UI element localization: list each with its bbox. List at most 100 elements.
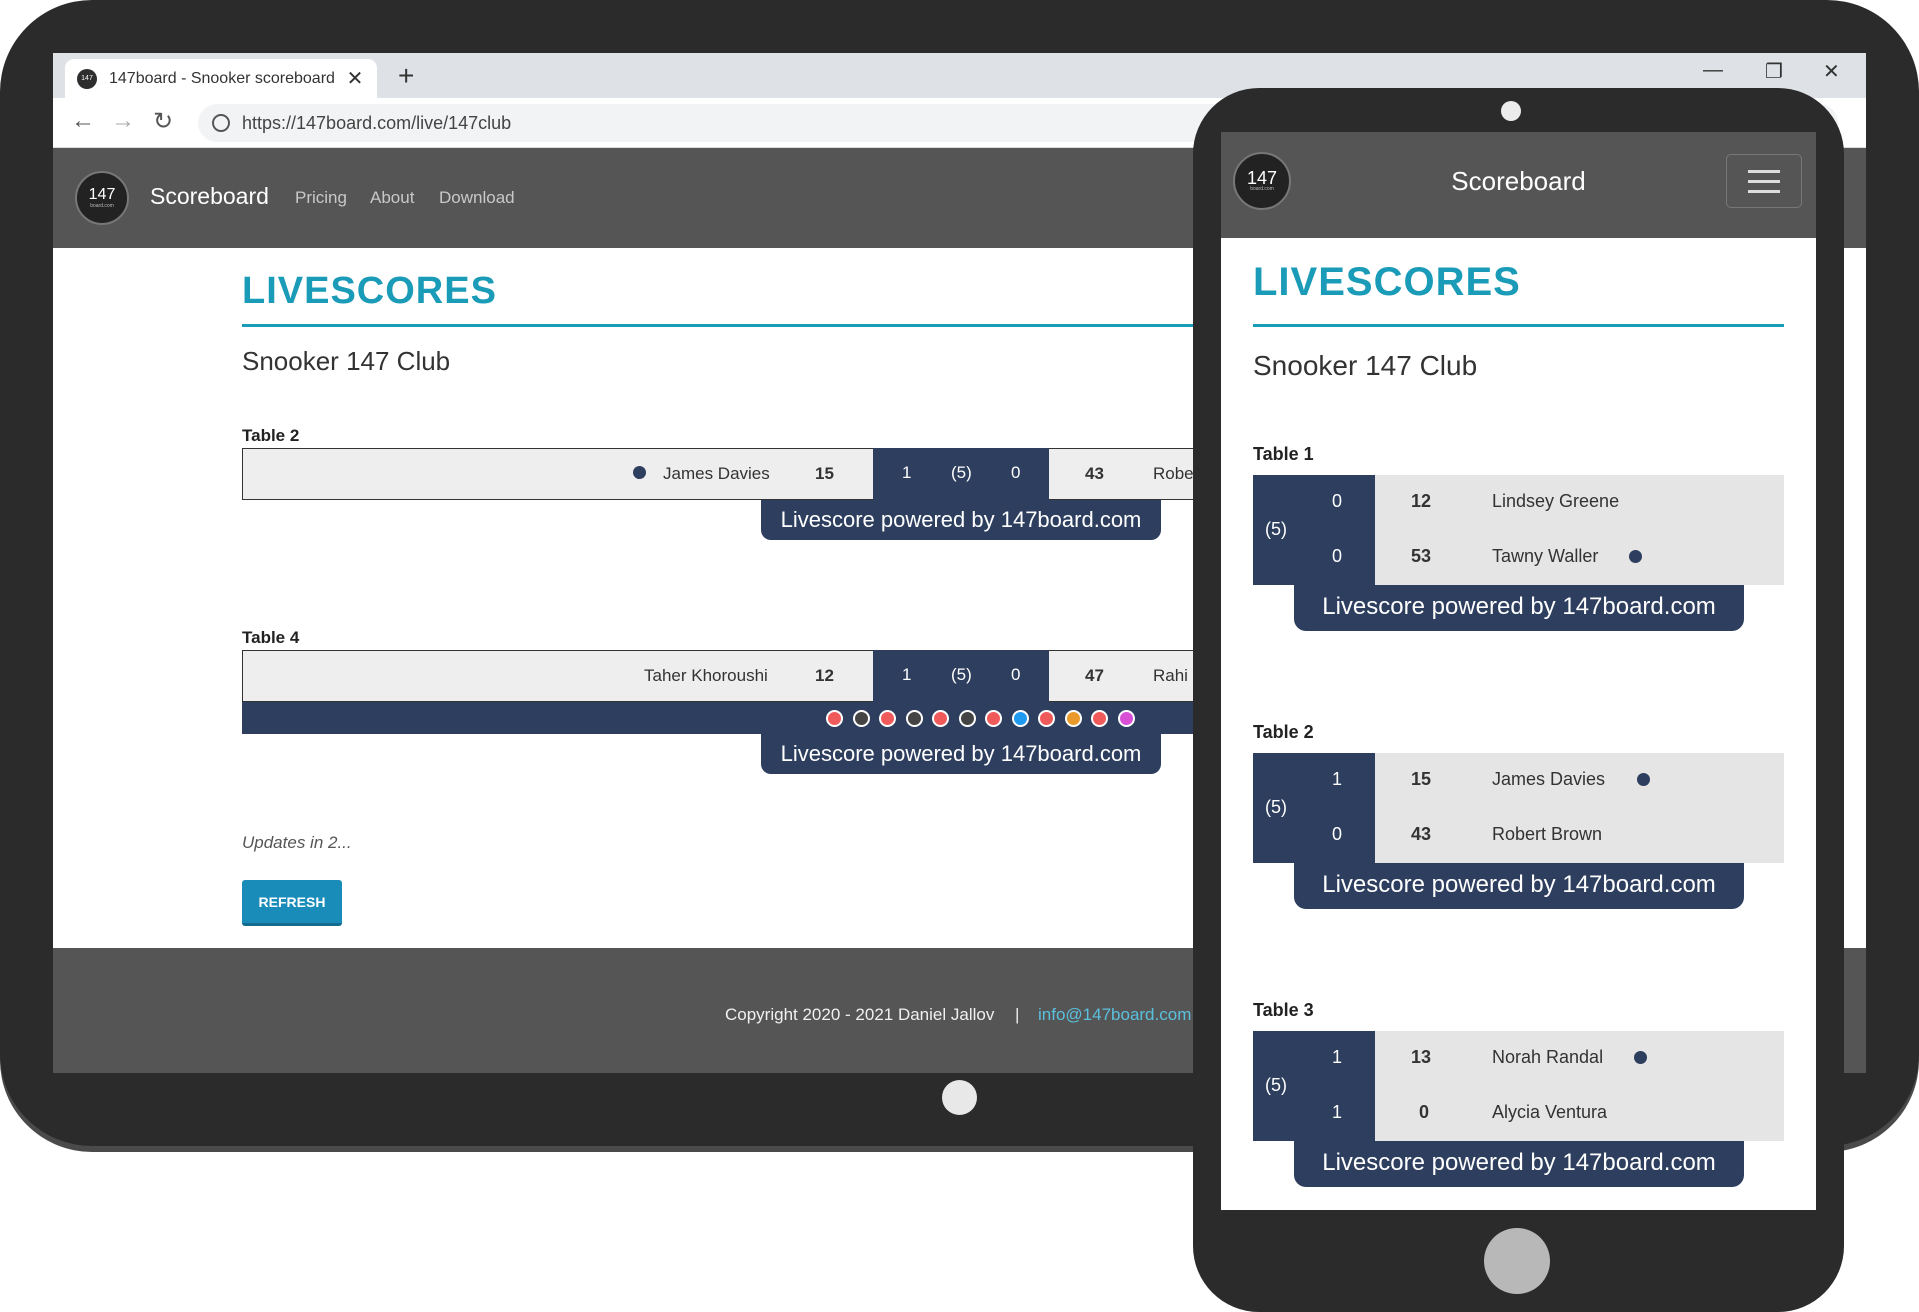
player1-frames: 1	[902, 665, 912, 684]
nav-download[interactable]: Download	[439, 188, 515, 208]
powered-by-banner: Livescore powered by 147board.com	[761, 500, 1161, 540]
potted-balls-bar	[242, 702, 1252, 734]
best-of: (5)	[951, 463, 972, 482]
copyright-text: Copyright 2020 - 2021 Daniel Jallov	[725, 1005, 995, 1024]
powered-by-banner: Livescore powered by 147board.com	[1294, 863, 1744, 909]
table-label: Table 1	[1253, 444, 1314, 464]
best-of: (5)	[951, 665, 972, 684]
refresh-button[interactable]: REFRESH	[242, 880, 342, 926]
club-name: Snooker 147 Club	[242, 346, 451, 376]
update-countdown: Updates in 2...	[242, 833, 352, 852]
player2-frames: 0	[1011, 665, 1021, 684]
player1-score: 15	[1411, 769, 1432, 789]
page-title: LIVESCORES	[242, 270, 497, 312]
minimize-icon[interactable]: —	[1703, 59, 1723, 82]
potted-ball-icon	[1011, 710, 1029, 727]
break-indicator-icon	[1629, 550, 1642, 563]
logo-subtext: board.com	[90, 203, 114, 209]
back-arrow-icon[interactable]: ←	[71, 107, 95, 135]
powered-by-banner: Livescore powered by 147board.com	[1294, 585, 1744, 631]
player1-name: Norah Randal	[1492, 1047, 1604, 1067]
player2-score: 43	[1085, 464, 1104, 483]
url-text[interactable]: https://147board.com/live/147club	[242, 113, 511, 134]
player2-name: Robe	[1153, 464, 1194, 483]
player1-name: Lindsey Greene	[1492, 491, 1620, 511]
player1-name: James Davies	[663, 464, 770, 483]
footer-separator: |	[1015, 1005, 1020, 1024]
menu-toggle-icon[interactable]	[1726, 154, 1802, 208]
player1-frames: 1	[902, 463, 912, 482]
potted-ball-icon	[852, 710, 870, 727]
scoreboard-row: James Davies 15 1 (5) 0 43 Robe	[242, 448, 1252, 500]
potted-ball-icon	[1064, 710, 1082, 727]
tab-title: 147board - Snooker scoreboard	[109, 69, 335, 87]
potted-ball-icon	[826, 710, 843, 727]
phone-home-button	[1484, 1228, 1550, 1294]
player1-score: 13	[1411, 1047, 1432, 1067]
scoreboard-row: Taher Khoroushi 12 1 (5) 0 47 Rahi	[242, 650, 1252, 702]
page-title: LIVESCORES	[1253, 260, 1521, 304]
nav-about[interactable]: About	[370, 188, 414, 208]
new-tab-icon[interactable]: +	[398, 60, 414, 92]
club-name: Snooker 147 Club	[1253, 350, 1478, 381]
player2-frames: 0	[1332, 546, 1343, 566]
table-label: Table 2	[1253, 722, 1314, 742]
player2-frames: 0	[1332, 824, 1343, 844]
potted-ball-icon	[958, 710, 976, 727]
camera-icon	[1501, 101, 1521, 121]
title-underline	[1253, 324, 1784, 327]
best-of: (5)	[1265, 1075, 1287, 1095]
contact-email-link[interactable]: info@147board.com	[1038, 1005, 1191, 1025]
potted-ball-icon	[1038, 710, 1055, 727]
player2-name: Tawny Waller	[1492, 546, 1599, 566]
player2-frames: 0	[1011, 463, 1021, 482]
player1-score: 12	[815, 666, 834, 685]
mobile-scoreboard-card: (5) 0 0 12 53 Lindsey Greene Tawny Walle…	[1253, 475, 1784, 585]
potted-ball-icon	[1117, 710, 1135, 727]
restore-icon[interactable]: ❐	[1765, 59, 1783, 84]
potted-ball-icon	[985, 710, 1002, 727]
frame-score-box: (5) 1 1	[1253, 1031, 1375, 1141]
mobile-navbar: 147 board.com Scoreboard	[1221, 132, 1816, 238]
mobile-scoreboard-card: (5) 1 1 13 0 Norah Randal Alycia Ventura	[1253, 1031, 1784, 1141]
player2-name: Robert Brown	[1492, 824, 1603, 844]
mobile-scoreboard-card: (5) 1 0 15 43 James Davies Robert Brown	[1253, 753, 1784, 863]
player2-name: Alycia Ventura	[1492, 1102, 1608, 1122]
potted-ball-icon	[905, 710, 923, 727]
player2-frames: 1	[1332, 1102, 1343, 1122]
frame-score-box: 1 (5) 0	[873, 650, 1049, 702]
break-indicator-icon	[633, 449, 646, 499]
best-of: (5)	[1265, 519, 1287, 539]
browser-tab[interactable]: 147 147board - Snooker scoreboard ✕	[65, 59, 377, 98]
logo-text: 147	[88, 186, 116, 203]
desktop-home-button	[942, 1080, 977, 1115]
potted-ball-icon	[932, 710, 949, 727]
potted-ball-icon	[1091, 710, 1108, 727]
phone-device-frame: 147 board.com Scoreboard LIVESCORES Snoo…	[1193, 88, 1844, 1312]
player1-name: Taher Khoroushi	[644, 666, 768, 685]
break-indicator-icon	[1634, 1051, 1647, 1064]
site-info-icon[interactable]	[212, 114, 230, 132]
frame-score-box: (5) 1 0	[1253, 753, 1375, 863]
player2-name: Rahi	[1153, 666, 1188, 685]
table-label: Table 4	[242, 628, 300, 647]
nav-pricing[interactable]: Pricing	[295, 188, 347, 208]
player2-score: 0	[1419, 1102, 1430, 1122]
window-close-icon[interactable]: ✕	[1823, 59, 1840, 84]
brand-link[interactable]: Scoreboard	[150, 183, 269, 210]
player1-frames: 1	[1332, 769, 1343, 789]
site-logo[interactable]: 147 board.com	[75, 171, 129, 225]
reload-icon[interactable]: ↻	[153, 107, 173, 136]
phone-screen: 147 board.com Scoreboard LIVESCORES Snoo…	[1221, 132, 1816, 1210]
potted-ball-icon	[879, 710, 896, 727]
player1-name: James Davies	[1492, 769, 1606, 789]
title-underline	[242, 324, 1242, 327]
favicon-icon: 147	[77, 68, 97, 89]
forward-arrow-icon[interactable]: →	[111, 107, 135, 135]
player1-score: 12	[1411, 491, 1432, 511]
table-label: Table 3	[1253, 1000, 1314, 1020]
close-tab-icon[interactable]: ✕	[345, 66, 365, 91]
player2-score: 47	[1085, 666, 1104, 685]
player1-frames: 0	[1332, 491, 1343, 511]
player1-frames: 1	[1332, 1047, 1343, 1067]
